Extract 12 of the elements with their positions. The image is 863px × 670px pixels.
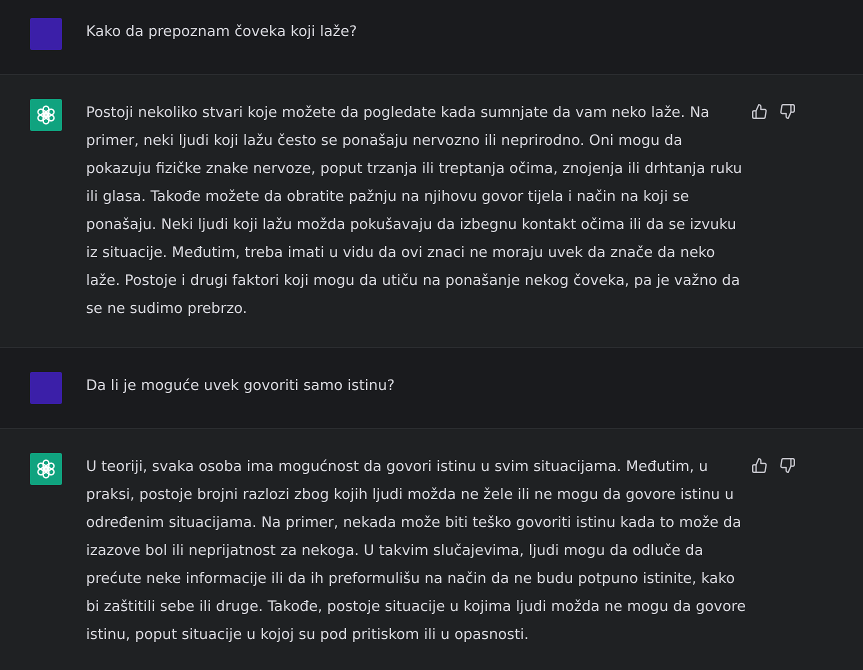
thumbs-up-icon[interactable]: [752, 458, 767, 473]
thumbs-down-icon[interactable]: [780, 104, 795, 119]
thumbs-down-icon[interactable]: [780, 458, 795, 473]
message-text: Kako da prepoznam čoveka koji laže?: [86, 23, 358, 42]
logo-icon: [30, 99, 62, 131]
message-text: Da li je moguće uvek govoriti samo istinu?: [86, 377, 396, 396]
user-avatar-icon: [30, 18, 62, 50]
logo-icon: [30, 453, 62, 485]
message-text: Postoji nekoliko stvari koje možete da pogledate kada sumnjate da vam neko laže. Na primer, neki ljudi koji lažu često se ponašaju nervozno ili neprirodno. Oni mogu da pokazuju fizičke znake nervoze, poput trzanja ili treptanja očima, znojenja ili drhtanja ruku ili glasa. Takođe možete da obratite pažnju na njihovu govor tijela i način na koji se ponašaju. Neki ljudi koji lažu možda pokušavaju da izbegnu kontakt očima ili da se izvuku iz situacije. Međutim, treba imati u vidu da ovi znaci ne moraju uvek da znače da neko laže. Postoje i drugi faktori koji mogu da utiču na ponašanje nekog čoveka, pa je važno da se ne sudimo prebrzo.: [86, 104, 744, 319]
thumbs-up-icon[interactable]: [752, 104, 767, 119]
user-avatar-icon: [30, 372, 62, 404]
message-text: U teoriji, svaka osoba ima mogućnost da govori istinu u svim situacijama. Međutim, u praksi, postoje brojni razlozi zbog kojih ljudi možda ne žele ili ne mogu da govore istinu u određenim situacijama. Na primer, nekada može biti teško govoriti istinu kada to može da izazove bol ili neprijatnost za nekoga. U takvim slučajevima, ljudi mogu da odluče da prećute neke informacije ili da ih preformulišu na način da ne budu potpuno istinite, kako bi zaštitili sebe ili druge. Takođe, postoje situacije u kojima ljudi možda ne mogu da govore istinu, poput situacije u kojoj su pod pritiskom ili u opasnosti.: [86, 458, 747, 645]
